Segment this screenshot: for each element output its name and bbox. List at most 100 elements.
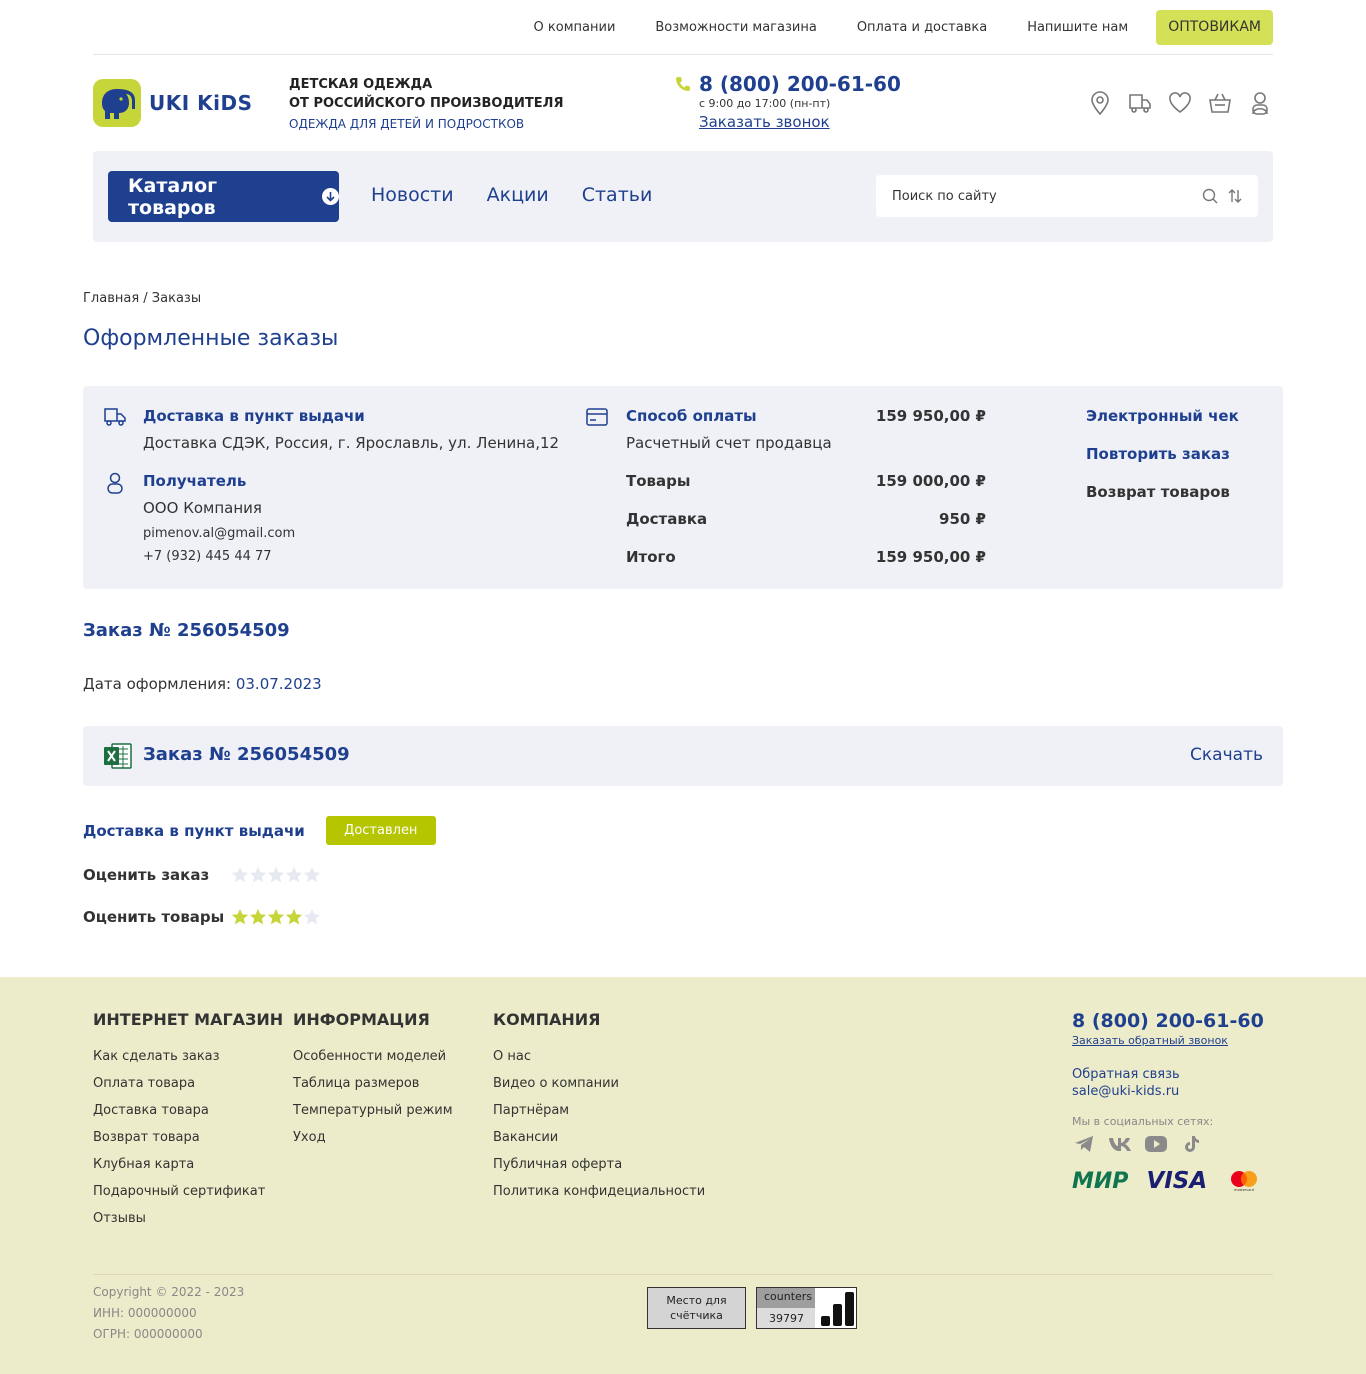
- visa-logo: VISA: [1146, 1168, 1208, 1194]
- star-icon[interactable]: [267, 908, 285, 926]
- goods-amount: 159 000,00 ₽: [875, 472, 986, 490]
- receipt-link[interactable]: Электронный чек: [1086, 407, 1239, 425]
- signal-bars-icon: [818, 1292, 854, 1326]
- footer-link[interactable]: О нас: [493, 1043, 705, 1070]
- order-date-value: 03.07.2023: [235, 675, 322, 693]
- counter-placeholder-line-2: счётчика: [670, 1309, 723, 1322]
- star-icon[interactable]: [267, 866, 285, 884]
- footer: ИНТЕРНЕТ МАГАЗИН Как сделать заказ Оплата…: [0, 977, 1366, 1374]
- footer-link[interactable]: Температурный режим: [293, 1097, 453, 1124]
- footer-col-title: ИНФОРМАЦИЯ: [293, 1010, 430, 1029]
- footer-link[interactable]: Оплата товара: [93, 1070, 283, 1097]
- sort-icon[interactable]: [1228, 188, 1242, 208]
- footer-col-title: КОМПАНИЯ: [493, 1010, 601, 1029]
- star-icon[interactable]: [231, 908, 249, 926]
- star-icon[interactable]: [249, 866, 267, 884]
- callback-link[interactable]: Заказать звонок: [699, 111, 830, 133]
- arrow-down-icon: [322, 188, 339, 205]
- location-icon[interactable]: [1087, 90, 1113, 116]
- footer-link[interactable]: Уход: [293, 1124, 453, 1151]
- recipient-phone: +7 (932) 445 44 77: [143, 549, 272, 564]
- socials-label: Мы в социальных сетях:: [1072, 1115, 1214, 1128]
- top-nav: О компании Возможности магазина Оплата и…: [494, 10, 1273, 45]
- footer-link[interactable]: Клубная карта: [93, 1151, 283, 1178]
- catalog-button[interactable]: Каталог товаров: [108, 171, 339, 222]
- footer-phone[interactable]: 8 (800) 200-61-60: [1072, 1010, 1264, 1032]
- footer-link[interactable]: Партнёрам: [493, 1097, 705, 1124]
- mastercard-logo: mastercard: [1229, 1170, 1259, 1192]
- counter-label: counters: [757, 1288, 815, 1308]
- wholesale-button[interactable]: ОПТОВИКАМ: [1156, 10, 1273, 45]
- footer-col-shop: ИНТЕРНЕТ МАГАЗИН Как сделать заказ Оплата…: [93, 1010, 283, 1232]
- footer-col-links: Как сделать заказ Оплата товара Доставка т…: [93, 1043, 283, 1232]
- footer-email[interactable]: sale@uki-kids.ru: [1072, 1084, 1264, 1099]
- topnav-link-contact[interactable]: Напишите нам: [1027, 20, 1128, 35]
- menu-links: Новости Акции Статьи: [371, 184, 685, 206]
- header-phone-block: 8 (800) 200-61-60 с 9:00 до 17:00 (пн-пт…: [675, 72, 901, 133]
- credit-card-icon: [586, 407, 608, 431]
- vk-icon[interactable]: [1108, 1134, 1132, 1154]
- star-icon[interactable]: [303, 866, 321, 884]
- star-icon[interactable]: [231, 866, 249, 884]
- tagline-line-2: ОТ РОССИЙСКОГО ПРОИЗВОДИТЕЛЯ: [289, 96, 564, 111]
- status-badge: Доставлен: [325, 816, 436, 845]
- working-hours: с 9:00 до 17:00 (пн-пт): [699, 97, 831, 110]
- copyright: Copyright © 2022 - 2023: [93, 1285, 245, 1299]
- order-file-row: Заказ № 256054509 Скачать: [83, 726, 1283, 786]
- youtube-icon[interactable]: [1144, 1134, 1168, 1154]
- rate-order-row: Оценить заказ: [83, 866, 321, 884]
- user-icon[interactable]: [1247, 90, 1273, 116]
- footer-link[interactable]: Вакансии: [493, 1124, 705, 1151]
- footer-link[interactable]: Доставка товара: [93, 1097, 283, 1124]
- main-menu-bar: Каталог товаров Новости Акции Статьи: [93, 151, 1273, 242]
- repeat-order-link[interactable]: Повторить заказ: [1086, 445, 1230, 463]
- counter-placeholder: Место для счётчика: [647, 1287, 746, 1329]
- logo[interactable]: UKI KiDS: [93, 79, 253, 127]
- search-input[interactable]: [892, 175, 1192, 217]
- star-icon[interactable]: [285, 908, 303, 926]
- footer-link[interactable]: Отзывы: [93, 1205, 283, 1232]
- menu-link-news[interactable]: Новости: [371, 184, 454, 206]
- rate-goods-stars[interactable]: [231, 908, 321, 926]
- footer-feedback-link[interactable]: Обратная связь: [1072, 1067, 1264, 1082]
- breadcrumb[interactable]: Главная / Заказы: [83, 291, 201, 306]
- payment-logos: МИР VISA mastercard: [1072, 1168, 1264, 1194]
- star-icon[interactable]: [303, 908, 321, 926]
- footer-link[interactable]: Подарочный сертификат: [93, 1178, 283, 1205]
- basket-icon[interactable]: [1207, 90, 1233, 116]
- delivery-status-row: Доставка в пункт выдачи Доставлен: [83, 816, 436, 845]
- topnav-link-about[interactable]: О компании: [534, 20, 616, 35]
- footer-link[interactable]: Политика конфидециальности: [493, 1178, 705, 1205]
- delivery-address: Доставка СДЭК, Россия, г. Ярославль, ул.…: [143, 434, 560, 452]
- search-icon[interactable]: [1202, 188, 1218, 208]
- footer-link[interactable]: Таблица размеров: [293, 1070, 453, 1097]
- tiktok-icon[interactable]: [1180, 1134, 1204, 1154]
- order-date: Дата оформления: 03.07.2023: [83, 675, 322, 693]
- footer-callback-link[interactable]: Заказать обратный звонок: [1072, 1034, 1264, 1047]
- footer-link[interactable]: Публичная оферта: [493, 1151, 705, 1178]
- star-icon[interactable]: [249, 908, 267, 926]
- download-link[interactable]: Скачать: [1190, 745, 1263, 765]
- heart-icon[interactable]: [1167, 90, 1193, 116]
- footer-contacts: 8 (800) 200-61-60 Заказать обратный звон…: [1072, 1010, 1264, 1194]
- top-divider: [93, 54, 1273, 55]
- menu-link-articles[interactable]: Статьи: [582, 184, 653, 206]
- footer-link[interactable]: Как сделать заказ: [93, 1043, 283, 1070]
- footer-link[interactable]: Возврат товара: [93, 1124, 283, 1151]
- telegram-icon[interactable]: [1072, 1134, 1096, 1154]
- topnav-link-payment-delivery[interactable]: Оплата и доставка: [857, 20, 987, 35]
- counter-value: 39797: [757, 1308, 815, 1328]
- visit-counter[interactable]: counters 39797: [756, 1287, 857, 1329]
- header-phone[interactable]: 8 (800) 200-61-60: [699, 72, 901, 96]
- return-goods-link[interactable]: Возврат товаров: [1086, 483, 1230, 501]
- tagline-line-1: ДЕТСКАЯ ОДЕЖДА: [289, 77, 433, 92]
- topnav-link-features[interactable]: Возможности магазина: [655, 20, 816, 35]
- menu-link-promotions[interactable]: Акции: [487, 184, 549, 206]
- star-icon[interactable]: [285, 866, 303, 884]
- rate-order-stars[interactable]: [231, 866, 321, 884]
- page-title: Оформленные заказы: [83, 326, 339, 351]
- delivery-truck-icon[interactable]: [1127, 90, 1153, 116]
- footer-link[interactable]: Особенности моделей: [293, 1043, 453, 1070]
- delivery-type: Доставка в пункт выдачи: [83, 821, 305, 840]
- footer-link[interactable]: Видео о компании: [493, 1070, 705, 1097]
